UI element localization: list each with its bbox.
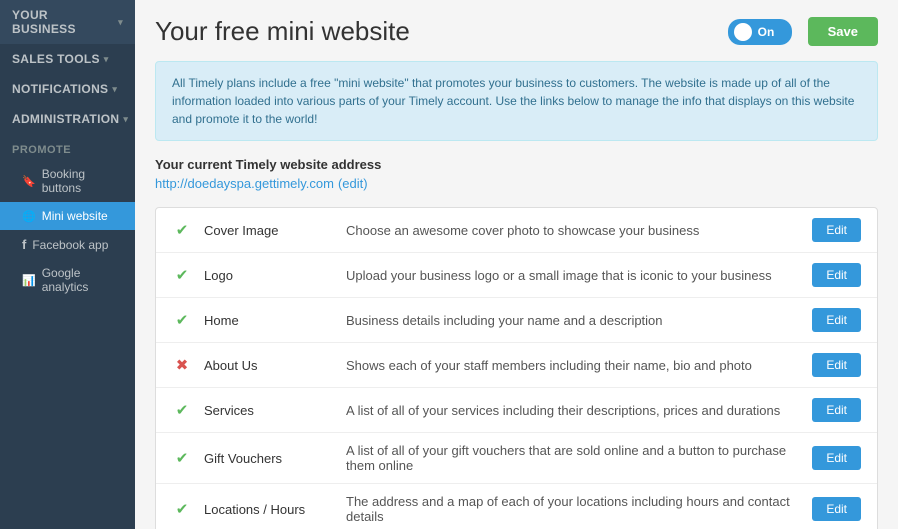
row-name-locations-hours: Locations / Hours — [204, 502, 334, 517]
page-header: Your free mini website On Save — [155, 16, 878, 47]
globe-icon: 🌐 — [22, 210, 36, 223]
sidebar-nav-your-business[interactable]: YOUR BUSINESS ▾ — [0, 0, 135, 44]
edit-button-services[interactable]: Edit — [812, 398, 861, 422]
status-icon-gift-vouchers: ✔ — [172, 449, 192, 467]
edit-button-home[interactable]: Edit — [812, 308, 861, 332]
sub-item-label: Booking buttons — [42, 167, 123, 195]
row-desc-gift-vouchers: A list of all of your gift vouchers that… — [346, 443, 800, 473]
row-name-cover-image: Cover Image — [204, 223, 334, 238]
sidebar-nav-notifications[interactable]: NOTIFICATIONS ▾ — [0, 74, 135, 104]
sidebar: YOUR BUSINESS ▾ SALES TOOLS ▾ NOTIFICATIONS ▾… — [0, 0, 135, 529]
row-desc-home: Business details including your name and… — [346, 313, 800, 328]
edit-button-logo[interactable]: Edit — [812, 263, 861, 287]
sub-item-label: Facebook app — [32, 238, 108, 252]
promote-label: PROMOTE — [0, 134, 135, 160]
sub-item-label: Google analytics — [42, 266, 123, 294]
page-title: Your free mini website — [155, 16, 712, 47]
nav-label: SALES TOOLS — [12, 52, 100, 66]
items-table: ✔ Cover Image Choose an awesome cover ph… — [155, 207, 878, 529]
website-url-link[interactable]: http://doedayspa.gettimely.com — [155, 176, 334, 191]
address-line: http://doedayspa.gettimely.com (edit) — [155, 176, 878, 191]
row-name-services: Services — [204, 403, 334, 418]
status-icon-logo: ✔ — [172, 266, 192, 284]
chevron-icon: ▾ — [118, 17, 123, 28]
table-row-about-us: ✖ About Us Shows each of your staff memb… — [156, 343, 877, 388]
table-row-home: ✔ Home Business details including your n… — [156, 298, 877, 343]
edit-button-gift-vouchers[interactable]: Edit — [812, 446, 861, 470]
save-button[interactable]: Save — [808, 17, 878, 46]
toggle-container: On — [728, 19, 792, 45]
on-off-toggle[interactable]: On — [728, 19, 792, 45]
nav-label: NOTIFICATIONS — [12, 82, 108, 96]
info-banner: All Timely plans include a free "mini we… — [155, 61, 878, 141]
sidebar-item-mini-website[interactable]: 🌐 Mini website — [0, 202, 135, 230]
sidebar-item-facebook-app[interactable]: f Facebook app — [0, 230, 135, 259]
row-name-home: Home — [204, 313, 334, 328]
facebook-icon: f — [22, 237, 26, 252]
edit-address-link[interactable]: (edit) — [338, 176, 368, 191]
sidebar-nav-administration[interactable]: ADMINISTRATION ▾ — [0, 104, 135, 134]
row-name-gift-vouchers: Gift Vouchers — [204, 451, 334, 466]
nav-label: ADMINISTRATION — [12, 112, 119, 126]
table-row-cover-image: ✔ Cover Image Choose an awesome cover ph… — [156, 208, 877, 253]
row-desc-locations-hours: The address and a map of each of your lo… — [346, 494, 800, 524]
row-name-about-us: About Us — [204, 358, 334, 373]
table-row-locations-hours: ✔ Locations / Hours The address and a ma… — [156, 484, 877, 529]
status-icon-about-us: ✖ — [172, 356, 192, 374]
main-content: Your free mini website On Save All Timel… — [135, 0, 898, 529]
toggle-label: On — [758, 25, 775, 39]
edit-button-locations-hours[interactable]: Edit — [812, 497, 861, 521]
status-icon-services: ✔ — [172, 401, 192, 419]
sidebar-item-booking-buttons[interactable]: 🔖 Booking buttons — [0, 160, 135, 202]
table-row-gift-vouchers: ✔ Gift Vouchers A list of all of your gi… — [156, 433, 877, 484]
sub-item-label: Mini website — [42, 209, 108, 223]
sidebar-item-google-analytics[interactable]: 📊 Google analytics — [0, 259, 135, 301]
table-row-logo: ✔ Logo Upload your business logo or a sm… — [156, 253, 877, 298]
row-desc-cover-image: Choose an awesome cover photo to showcas… — [346, 223, 800, 238]
bookmark-icon: 🔖 — [22, 175, 36, 188]
row-desc-services: A list of all of your services including… — [346, 403, 800, 418]
edit-button-cover-image[interactable]: Edit — [812, 218, 861, 242]
status-icon-cover-image: ✔ — [172, 221, 192, 239]
edit-button-about-us[interactable]: Edit — [812, 353, 861, 377]
row-desc-about-us: Shows each of your staff members includi… — [346, 358, 800, 373]
address-label: Your current Timely website address — [155, 157, 878, 172]
table-row-services: ✔ Services A list of all of your service… — [156, 388, 877, 433]
chevron-icon: ▾ — [123, 114, 128, 125]
analytics-icon: 📊 — [22, 274, 36, 287]
address-section: Your current Timely website address http… — [155, 157, 878, 191]
nav-label: YOUR BUSINESS — [12, 8, 114, 36]
toggle-knob — [734, 23, 752, 41]
status-icon-home: ✔ — [172, 311, 192, 329]
row-desc-logo: Upload your business logo or a small ima… — [346, 268, 800, 283]
chevron-icon: ▾ — [112, 84, 117, 95]
sidebar-nav-sales-tools[interactable]: SALES TOOLS ▾ — [0, 44, 135, 74]
chevron-icon: ▾ — [104, 54, 109, 65]
status-icon-locations-hours: ✔ — [172, 500, 192, 518]
row-name-logo: Logo — [204, 268, 334, 283]
